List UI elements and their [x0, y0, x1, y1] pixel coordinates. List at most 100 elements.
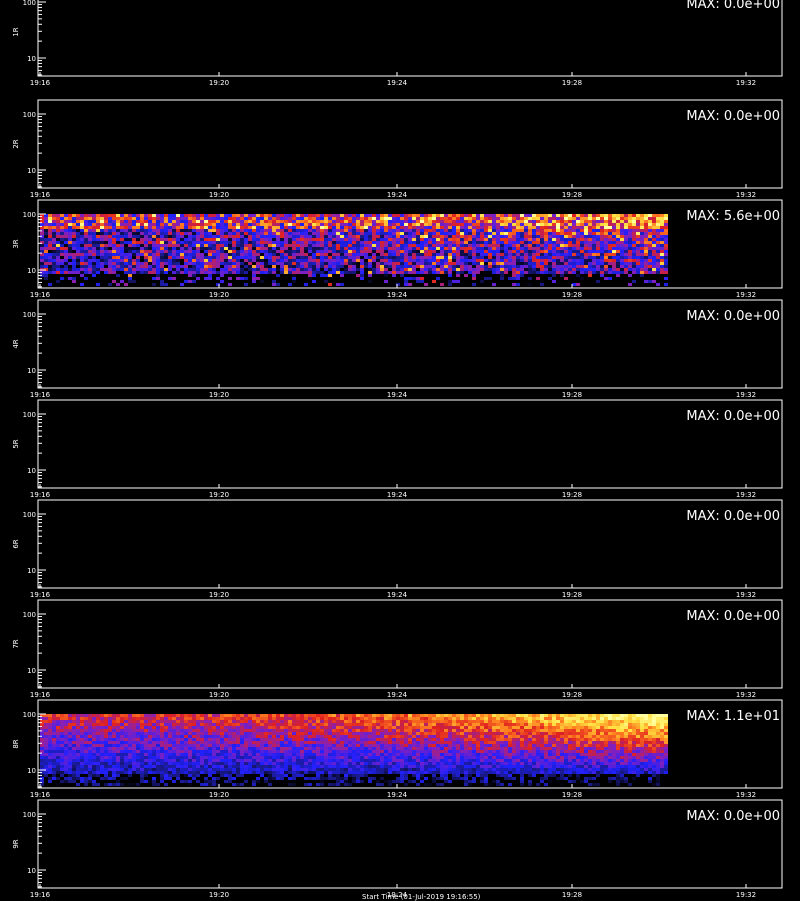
x-tick-label: 19:16 — [30, 691, 51, 699]
y-tick-label-100: 100 — [23, 311, 36, 319]
x-tick-label: 19:24 — [387, 591, 408, 599]
x-tick-label: 19:32 — [736, 491, 756, 499]
plot-frame-5R — [38, 400, 782, 488]
max-label-1R: MAX: 0.0e+00 — [686, 0, 780, 12]
max-label-9R: MAX: 0.0e+00 — [686, 809, 780, 824]
panel-label-2R: 2R — [12, 139, 20, 148]
x-tick-label: 19:20 — [209, 391, 229, 399]
y-tick-label-100: 100 — [23, 411, 36, 419]
x-tick-label: 19:32 — [736, 79, 756, 87]
y-tick-label-100: 100 — [23, 111, 36, 119]
x-tick-label: 19:28 — [562, 291, 582, 299]
panel-label-9R: 9R — [12, 839, 20, 848]
x-tick-label: 19:20 — [209, 891, 229, 899]
x-tick-label: 19:16 — [30, 891, 51, 899]
y-tick-label-10: 10 — [27, 367, 36, 375]
x-tick-label: 19:32 — [736, 791, 756, 799]
x-tick-label: 19:24 — [387, 491, 408, 499]
x-tick-label: 19:20 — [209, 691, 229, 699]
max-label-2R: MAX: 0.0e+00 — [686, 109, 780, 124]
x-tick-label: 19:28 — [562, 191, 582, 199]
heatmap-3R — [40, 214, 668, 286]
x-tick-label: 19:32 — [736, 391, 756, 399]
spectrogram-svg: 100 10 1R 19:16 19:20 19:24 19:28 19:32 MAX: 0.0… — [0, 0, 800, 900]
x-tick-label: 19:28 — [562, 79, 582, 87]
x-tick-label: 19:16 — [30, 591, 51, 599]
x-tick-label: 19:20 — [209, 791, 229, 799]
y-tick-label-10: 10 — [27, 55, 36, 63]
y-tick-label-100: 100 — [23, 711, 36, 719]
panel-label-4R: 4R — [12, 339, 20, 348]
panel-2R: 100 10 2R 19:16 19:20 19:24 19:28 19:32 MAX: 0.0… — [12, 100, 782, 199]
x-tick-label: 19:24 — [387, 79, 408, 87]
panel-7R: 100107R19:1619:2019:2419:2819:32MAX: 0.0… — [12, 600, 782, 699]
y-tick-label-100: 100 — [23, 611, 36, 619]
y-tick-label-10: 10 — [27, 267, 36, 275]
x-tick-label: 19:24 — [387, 691, 408, 699]
x-tick-label: 19:32 — [736, 591, 756, 599]
x-tick-label: 19:24 — [387, 391, 408, 399]
x-tick-label: 19:28 — [562, 891, 582, 899]
y-ticks-1R — [38, 2, 46, 75]
panel-9R: 100109R19:1619:2019:2419:2819:32MAX: 0.0… — [12, 800, 782, 899]
x-tick-label: 19:16 — [30, 291, 51, 299]
spectrogram-stack: 100 10 1R 19:16 19:20 19:24 19:28 19:32 MAX: 0.0… — [0, 0, 800, 900]
x-tick-label: 19:32 — [736, 891, 756, 899]
x-tick-label: 19:24 — [387, 791, 408, 799]
heatmap-8R — [40, 714, 668, 786]
panel-3R: 100103R19:1619:2019:2419:2819:32MAX: 5.6… — [12, 200, 782, 299]
y-tick-label-100: 100 — [23, 811, 36, 819]
x-tick-label: 19:32 — [736, 191, 756, 199]
x-tick-label: 19:16 — [30, 191, 51, 199]
x-tick-label: 19:28 — [562, 491, 582, 499]
plot-frame-6R — [38, 500, 782, 588]
x-tick-label: 19:28 — [562, 591, 582, 599]
y-tick-label-10: 10 — [27, 667, 36, 675]
max-label-6R: MAX: 0.0e+00 — [686, 509, 780, 524]
panel-label-5R: 5R — [12, 439, 20, 448]
plot-frame-7R — [38, 600, 782, 688]
x-tick-label: 19:20 — [209, 491, 229, 499]
y-tick-label-10: 10 — [27, 767, 36, 775]
y-tick-label-100: 100 — [23, 0, 36, 7]
y-ticks-2R — [38, 114, 46, 187]
x-tick-label: 19:16 — [30, 391, 51, 399]
y-tick-label-10: 10 — [27, 567, 36, 575]
plot-frame-4R — [38, 300, 782, 388]
panel-label-1R: 1R — [12, 27, 20, 36]
x-tick-label: 19:28 — [562, 391, 582, 399]
panel-5R: 100 10 5R 19:16 19:20 19:24 19:28 19:32 MAX: 0.0… — [12, 400, 782, 499]
x-tick-label: 19:28 — [562, 691, 582, 699]
panel-label-3R: 3R — [12, 239, 20, 248]
y-tick-label-10: 10 — [27, 467, 36, 475]
panel-4R: 100104R19:1619:2019:2419:2819:32MAX: 0.0… — [12, 300, 782, 399]
panel-6R: 100 10 6R 19:16 19:20 19:24 19:28 19:32 MAX: 0.0… — [12, 500, 782, 599]
y-ticks-9R — [38, 814, 46, 887]
y-ticks-7R — [38, 614, 46, 687]
max-label-8R: MAX: 1.1e+01 — [686, 709, 780, 724]
x-tick-label: 19:28 — [562, 791, 582, 799]
x-tick-label: 19:16 — [30, 491, 51, 499]
x-tick-label: 19:20 — [209, 591, 229, 599]
y-tick-label-100: 100 — [23, 511, 36, 519]
max-label-3R: MAX: 5.6e+00 — [686, 209, 780, 224]
x-tick-label: 19:24 — [387, 191, 408, 199]
panel-label-6R: 6R — [12, 539, 20, 548]
y-tick-label-10: 10 — [27, 167, 36, 175]
y-tick-label-100: 100 — [23, 211, 36, 219]
x-tick-label: 19:32 — [736, 291, 756, 299]
x-tick-label: 19:24 — [387, 291, 408, 299]
panel-1R: 100101R19:1619:2019:2419:2819:32MAX: 0.0… — [12, 0, 782, 87]
panel-label-7R: 7R — [12, 639, 20, 648]
y-ticks-6R — [38, 514, 46, 587]
x-tick-label: 19:16 — [30, 791, 51, 799]
y-ticks-5R — [38, 414, 46, 487]
panel-label-8R: 8R — [12, 739, 20, 748]
x-tick-label: 19:20 — [209, 79, 229, 87]
y-tick-label-10: 10 — [27, 867, 36, 875]
panel-8R: 100 10 8R 19:16 19:20 19:24 19:28 19:32 MAX: 1.1… — [12, 700, 782, 799]
plot-frame-9R — [38, 800, 782, 888]
max-label-5R: MAX: 0.0e+00 — [686, 409, 780, 424]
x-tick-label: 19:20 — [209, 191, 229, 199]
y-ticks-4R — [38, 314, 46, 387]
